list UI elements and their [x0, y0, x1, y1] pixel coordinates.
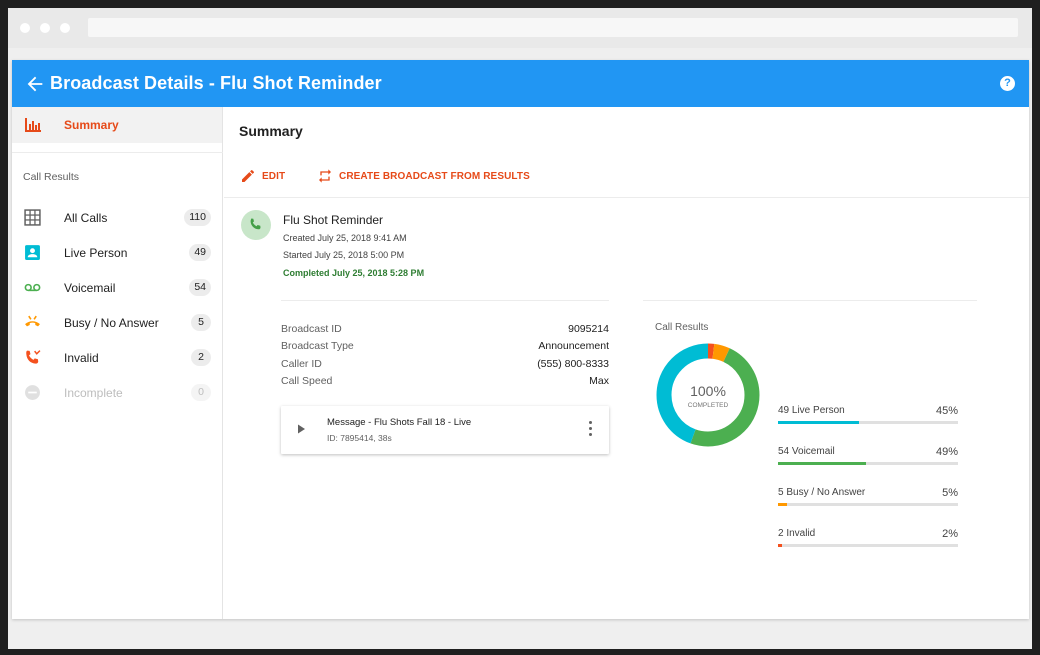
back-arrow-icon[interactable]	[24, 73, 46, 95]
pencil-icon	[242, 169, 254, 182]
sidebar-divider	[12, 152, 223, 153]
detail-key: Broadcast Type	[281, 340, 354, 352]
call-results-donut: 100% COMPLETED	[656, 343, 760, 447]
started-timestamp: Started July 25, 2018 5:00 PM	[283, 250, 405, 260]
address-bar[interactable]	[88, 18, 1018, 37]
create-broadcast-label: CREATE BROADCAST FROM RESULTS	[339, 171, 530, 182]
result-bar-track	[778, 421, 958, 424]
sidebar-item-live-person[interactable]: Live Person 49	[12, 238, 223, 268]
message-card: Message - Flu Shots Fall 18 - Live ID: 7…	[281, 406, 609, 454]
result-row-busy-no-answer[interactable]: 5 Busy / No Answer 5%	[778, 487, 958, 509]
result-row-voicemail[interactable]: 54 Voicemail 49%	[778, 446, 958, 468]
broadcast-status-avatar	[241, 210, 271, 240]
more-options-icon[interactable]	[587, 421, 593, 439]
sidebar-item-voicemail[interactable]: Voicemail 54	[12, 273, 223, 303]
sidebar-item-incomplete[interactable]: Incomplete 0	[12, 378, 223, 408]
result-bar-fill	[778, 503, 787, 506]
result-bar-track	[778, 462, 958, 465]
bar-chart-icon	[25, 118, 41, 132]
sidebar: Summary Call Results All Calls 110 Live …	[12, 107, 223, 619]
result-bar-fill	[778, 462, 867, 465]
result-percent: 49%	[935, 446, 958, 458]
sidebar-item-summary[interactable]: Summary	[12, 107, 222, 143]
phone-hangup-icon	[25, 315, 40, 327]
result-label: 49 Live Person	[778, 405, 845, 416]
edit-label: EDIT	[262, 171, 286, 182]
donut-center-value: 100%	[690, 383, 726, 399]
repeat-icon	[319, 169, 331, 183]
browser-toolbar	[8, 8, 1032, 48]
person-icon	[25, 245, 40, 260]
play-icon[interactable]	[295, 423, 307, 435]
detail-key: Caller ID	[281, 358, 322, 370]
voicemail-icon	[24, 283, 41, 292]
detail-value: Announcement	[538, 340, 609, 352]
count-badge: 49	[189, 244, 211, 261]
sidebar-item-label: Invalid	[64, 351, 99, 365]
count-badge: 2	[191, 349, 211, 366]
result-row-live-person[interactable]: 49 Live Person 45%	[778, 405, 958, 427]
completed-timestamp: Completed July 25, 2018 5:28 PM	[283, 268, 425, 278]
sidebar-item-label: Voicemail	[64, 281, 116, 295]
message-id: ID: 7895414, 38s	[327, 433, 392, 443]
window-minimize-dot[interactable]	[40, 23, 50, 33]
divider	[281, 300, 609, 301]
message-title: Message - Flu Shots Fall 18 - Live	[327, 417, 472, 428]
result-bar-fill	[778, 421, 859, 424]
window-maximize-dot[interactable]	[60, 23, 70, 33]
sidebar-item-label: All Calls	[64, 211, 108, 225]
call-results-label: Call Results	[655, 322, 709, 333]
phone-missed-icon	[26, 350, 41, 364]
donut-center-label: COMPLETED	[688, 402, 729, 409]
result-label: 54 Voicemail	[778, 446, 835, 457]
sidebar-section-title: Call Results	[23, 171, 80, 183]
page-title: Broadcast Details - Flu Shot Reminder	[50, 73, 382, 93]
grid-icon	[24, 209, 41, 226]
help-icon[interactable]: ?	[1000, 76, 1015, 91]
detail-value: 9095214	[568, 323, 609, 335]
result-label: 5 Busy / No Answer	[778, 487, 866, 498]
detail-value: Max	[589, 375, 609, 387]
detail-key: Broadcast ID	[281, 323, 342, 335]
sidebar-item-label: Incomplete	[64, 386, 123, 400]
result-label: 2 Invalid	[778, 528, 816, 539]
result-percent: 2%	[942, 528, 958, 540]
sidebar-item-all-calls[interactable]: All Calls 110	[12, 203, 223, 233]
section-title: Summary	[239, 123, 303, 139]
broadcast-name: Flu Shot Reminder	[283, 213, 384, 227]
result-percent: 5%	[942, 487, 958, 499]
app-window: Broadcast Details - Flu Shot Reminder ? …	[12, 60, 1029, 619]
sidebar-item-busy-no-answer[interactable]: Busy / No Answer 5	[12, 308, 223, 338]
detail-row: Broadcast Type Announcement	[281, 340, 609, 357]
sidebar-summary-label: Summary	[64, 118, 119, 132]
detail-row: Broadcast ID 9095214	[281, 323, 609, 340]
count-badge: 5	[191, 314, 211, 331]
detail-key: Call Speed	[281, 375, 333, 387]
count-badge: 110	[184, 209, 211, 226]
count-badge: 0	[191, 384, 211, 401]
result-percent: 45%	[935, 405, 958, 417]
window-close-dot[interactable]	[20, 23, 30, 33]
detail-row: Caller ID (555) 800-8333	[281, 358, 609, 375]
divider	[643, 300, 977, 301]
phone-icon	[250, 218, 261, 230]
result-row-invalid[interactable]: 2 Invalid 2%	[778, 528, 958, 550]
divider	[224, 197, 1029, 198]
detail-row: Call Speed Max	[281, 375, 609, 392]
result-bar-track	[778, 544, 958, 547]
result-bar-fill	[778, 544, 782, 547]
detail-value: (555) 800-8333	[537, 358, 609, 370]
minus-circle-icon	[25, 385, 40, 400]
sidebar-item-label: Busy / No Answer	[64, 316, 159, 330]
app-bar: Broadcast Details - Flu Shot Reminder ?	[12, 60, 1029, 107]
result-bar-track	[778, 503, 958, 506]
sidebar-item-invalid[interactable]: Invalid 2	[12, 343, 223, 373]
main-content: Summary EDIT CREATE BROADCAST FROM RESUL…	[224, 107, 1029, 619]
created-timestamp: Created July 25, 2018 9:41 AM	[283, 233, 407, 243]
sidebar-item-label: Live Person	[64, 246, 128, 260]
count-badge: 54	[189, 279, 211, 296]
